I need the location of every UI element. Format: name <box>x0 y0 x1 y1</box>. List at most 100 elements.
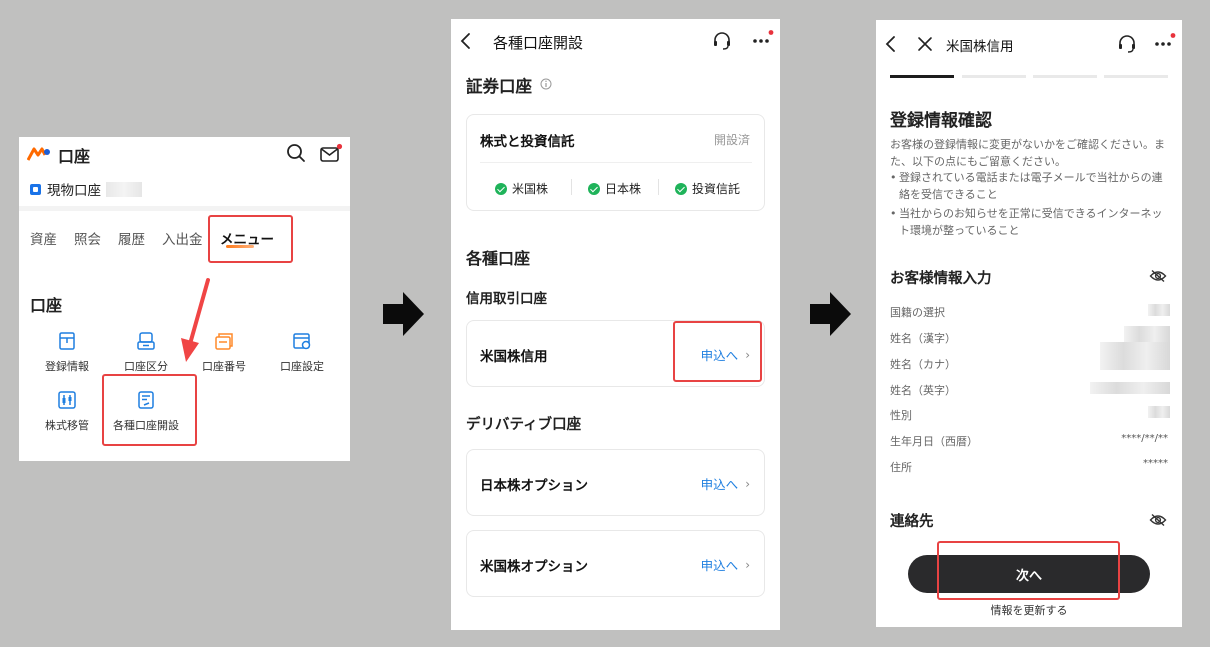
intro-text: お客様の登録情報に変更がないかをご確認ください。また、以下の点にもご留意ください… <box>890 138 1165 168</box>
masked-value <box>1148 304 1170 316</box>
tab-deposit-withdrawal[interactable]: 入出金 <box>162 228 203 248</box>
jp-option-card[interactable]: 日本株オプション 申込へ › <box>466 449 765 516</box>
masked-account-number <box>106 182 142 197</box>
back-arrow-icon[interactable] <box>884 35 898 53</box>
progress-step-1 <box>890 75 954 78</box>
subsection-derivatives: デリバティブ口座 <box>466 417 582 433</box>
field-value: ***** <box>1143 458 1168 469</box>
stocks-funds-card: 株式と投資信託 開設済 米国株 日本株 投資信託 <box>466 114 765 211</box>
card-title: 日本株オプション <box>480 478 588 494</box>
registration-icon <box>59 332 75 350</box>
divider <box>571 179 572 195</box>
bullet-text: 登録されている電話または電子メールで当社からの連絡を受信できること <box>899 171 1163 201</box>
bullet-item: • 当社からのお知らせを正常に受信できるインターネット環境が整っていること <box>890 206 1170 239</box>
menu-item-label: 登録情報 <box>45 360 89 373</box>
field-label: 姓名（英字） <box>890 384 956 397</box>
subsection-margin: 信用取引口座 <box>466 291 547 307</box>
section-title-account: 口座 <box>30 296 63 315</box>
eye-hidden-icon[interactable] <box>1149 269 1167 283</box>
market-investment-trusts: 投資信託 <box>675 180 740 197</box>
bullet-item: • 登録されている電話または電子メールで当社からの連絡を受信できること <box>890 170 1170 203</box>
mail-icon[interactable] <box>319 143 343 163</box>
menu-item-account-settings[interactable]: 口座設定 <box>268 331 336 374</box>
divider <box>658 179 659 195</box>
card-title: 米国株信用 <box>480 349 548 365</box>
tab-inquiry[interactable]: 照会 <box>74 228 101 248</box>
account-number-icon <box>215 333 233 350</box>
account-settings-icon <box>293 333 311 350</box>
headset-support-icon[interactable] <box>1116 34 1138 54</box>
tab-assets[interactable]: 資産 <box>30 228 57 248</box>
update-info-link[interactable]: 情報を更新する <box>876 602 1182 618</box>
check-icon <box>495 182 507 195</box>
card-title: 米国株オプション <box>480 559 588 575</box>
market-label: 米国株 <box>512 182 549 196</box>
divider <box>480 162 752 163</box>
card-title: 株式と投資信託 <box>480 134 575 150</box>
tab-history[interactable]: 履歴 <box>118 228 145 248</box>
header-title: 米国株信用 <box>946 39 1014 55</box>
apply-label: 申込へ <box>700 558 739 573</box>
close-icon[interactable] <box>917 36 933 52</box>
field-label: 性別 <box>890 409 912 422</box>
menu-item-registration[interactable]: 登録情報 <box>33 331 101 374</box>
bullet-text: 当社からのお知らせを正常に受信できるインターネット環境が整っていること <box>899 207 1163 237</box>
account-label: 現物口座 <box>47 183 101 199</box>
more-options-icon[interactable] <box>751 29 775 49</box>
highlight-box-account-opening <box>102 374 197 446</box>
field-label: 住所 <box>890 461 912 474</box>
back-arrow-icon[interactable] <box>459 32 473 50</box>
page-title: 口座 <box>58 147 91 166</box>
section-title-securities: 証券口座 <box>466 77 532 96</box>
eye-hidden-icon[interactable] <box>1149 513 1167 527</box>
headset-support-icon[interactable] <box>711 31 733 51</box>
apply-button[interactable]: 申込へ › <box>701 474 750 493</box>
stock-transfer-icon <box>58 391 76 409</box>
more-options-icon[interactable] <box>1153 32 1177 52</box>
highlight-box-menu-tab <box>208 215 293 263</box>
highlight-box-us-margin-apply <box>673 321 762 382</box>
check-icon <box>675 182 687 195</box>
market-us-stocks: 米国株 <box>495 180 548 197</box>
menu-item-label: 株式移管 <box>45 419 89 432</box>
registration-confirm-screen: 米国株信用 登録情報確認 お客様の登録情報に変更がないかをご確認ください。また、… <box>876 20 1182 627</box>
field-label: 姓名（カナ） <box>890 358 956 371</box>
account-opening-screen: 各種口座開設 証券口座 株式と投資信託 開設済 米国株 日本株 投資信託 各種口… <box>451 19 780 630</box>
account-type-icon <box>30 183 41 195</box>
status-badge: 開設済 <box>713 133 750 147</box>
menu-item-account-type[interactable]: 口座区分 <box>112 331 180 374</box>
page-heading: 登録情報確認 <box>890 111 992 131</box>
field-label: 生年月日（西暦） <box>890 435 978 448</box>
account-selector[interactable]: 現物口座 <box>30 180 101 199</box>
divider <box>19 206 350 211</box>
masked-value <box>1100 342 1170 370</box>
apply-label: 申込へ <box>700 477 739 492</box>
menu-item-label: 口座区分 <box>124 360 168 373</box>
flow-arrow-icon <box>383 292 424 336</box>
menu-item-stock-transfer[interactable]: 株式移管 <box>33 390 101 433</box>
chevron-right-icon: › <box>745 557 750 572</box>
section-title-various: 各種口座 <box>466 249 531 268</box>
highlight-box-next-button <box>937 541 1120 600</box>
check-icon <box>588 182 600 195</box>
field-value: ****/**/** <box>1121 433 1168 444</box>
masked-value <box>1124 326 1170 342</box>
flow-arrow-icon <box>810 292 851 336</box>
search-icon[interactable] <box>286 143 306 163</box>
moomoo-logo-icon <box>27 147 50 161</box>
masked-value <box>1148 406 1170 418</box>
field-label: 国籍の選択 <box>890 306 945 319</box>
info-icon[interactable] <box>540 78 552 90</box>
field-label: 姓名（漢字） <box>890 332 956 345</box>
header-title: 各種口座開設 <box>493 34 584 52</box>
section-title-contact: 連絡先 <box>890 514 934 530</box>
us-option-card[interactable]: 米国株オプション 申込へ › <box>466 530 765 597</box>
pointer-arrow-icon <box>181 278 210 362</box>
account-type-icon <box>137 332 155 350</box>
section-title-customer: お客様情報入力 <box>890 271 992 287</box>
masked-value <box>1090 382 1170 394</box>
progress-step-2 <box>962 75 1026 78</box>
chevron-right-icon: › <box>745 476 750 491</box>
apply-button[interactable]: 申込へ › <box>701 555 750 574</box>
progress-step-4 <box>1104 75 1168 78</box>
